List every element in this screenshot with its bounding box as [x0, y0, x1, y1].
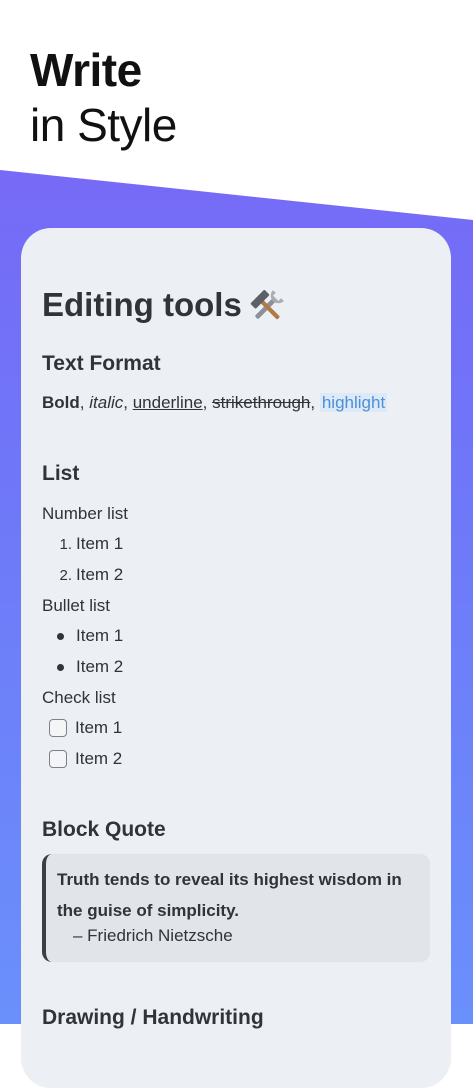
- hammer-and-wrench-icon: [250, 290, 284, 320]
- numbered-item[interactable]: 2. Item 2: [42, 565, 123, 585]
- bullet-item[interactable]: Item 2: [42, 657, 123, 677]
- text-format-heading: Text Format: [42, 352, 161, 375]
- text-format-sample: Bold, italic, underline, strikethrough, …: [42, 393, 388, 413]
- bullet-list-label: Bullet list: [42, 596, 111, 615]
- quote-text: Truth tends to reveal its highest wisdom…: [57, 870, 402, 920]
- list-item-text: Item 2: [76, 565, 124, 584]
- separator: ,: [202, 393, 213, 412]
- checkbox[interactable]: [49, 719, 67, 737]
- list-item-text: Item 1: [76, 626, 124, 645]
- check-item[interactable]: Item 1: [42, 718, 122, 738]
- editor-card: Editing tools Text Format Bold, italic, …: [21, 228, 451, 1088]
- block-quote-heading: Block Quote: [42, 818, 166, 841]
- separator: ,: [79, 393, 90, 412]
- italic-sample: italic: [89, 393, 124, 412]
- separator: ,: [123, 393, 133, 412]
- underline-sample: underline: [132, 393, 203, 412]
- bullet-item[interactable]: Item 1: [42, 626, 123, 646]
- block-quote[interactable]: Truth tends to reveal its highest wisdom…: [42, 854, 430, 962]
- hero-subtitle: in Style: [30, 99, 177, 151]
- list-item-text: Item 2: [76, 657, 124, 676]
- separator: ,: [310, 393, 320, 412]
- check-item[interactable]: Item 2: [42, 749, 122, 769]
- list-heading: List: [42, 462, 80, 485]
- number-list-label: Number list: [42, 504, 128, 523]
- list-item-text: Item 1: [75, 718, 123, 737]
- bullet-icon: [57, 632, 64, 640]
- drawing-heading: Drawing / Handwriting: [42, 1006, 264, 1029]
- hero-title: Write: [30, 44, 142, 96]
- numbered-item[interactable]: 1. Item 1: [42, 534, 123, 554]
- bullet-icon: [57, 663, 64, 671]
- card-title: Editing tools: [42, 286, 242, 323]
- checkbox[interactable]: [49, 750, 67, 768]
- quote-author: – Friedrich Nietzsche: [73, 926, 233, 945]
- check-list-label: Check list: [42, 688, 116, 707]
- highlight-sample: highlight: [319, 393, 388, 412]
- list-item-text: Item 1: [76, 534, 124, 553]
- list-item-text: Item 2: [75, 749, 123, 768]
- strikethrough-sample: strikethrough: [212, 393, 311, 412]
- bold-sample: Bold: [42, 393, 80, 412]
- list-number: 1.: [59, 535, 72, 553]
- hero-heading: Write in Style: [30, 44, 177, 154]
- list-number: 2.: [59, 566, 72, 584]
